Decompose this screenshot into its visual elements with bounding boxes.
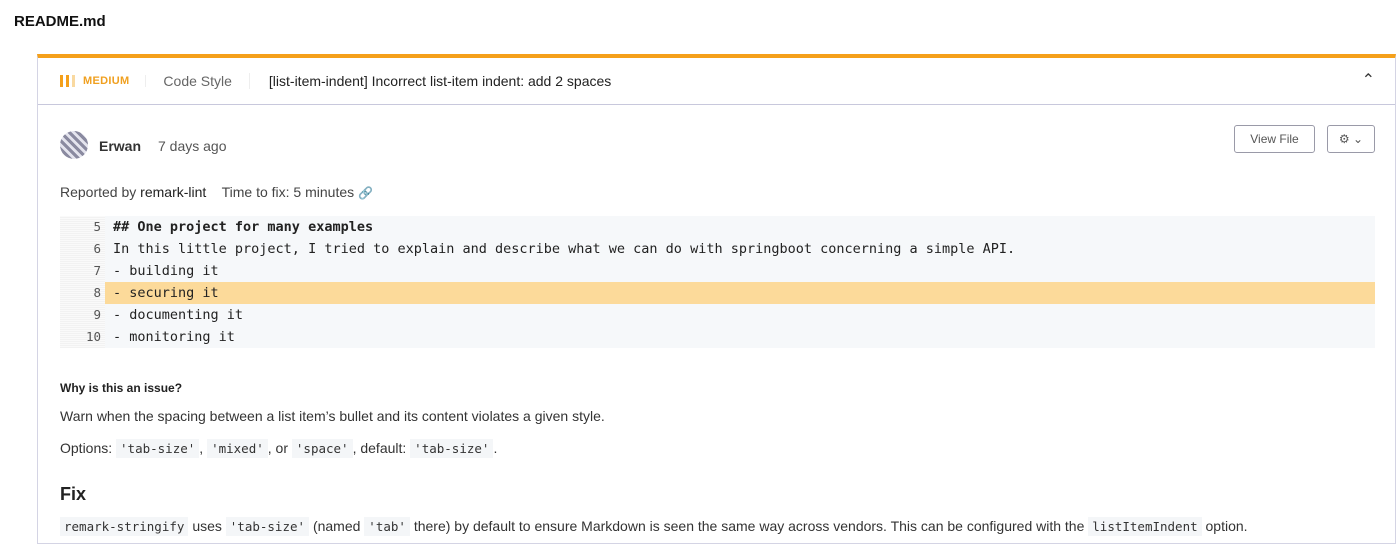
- avatar: [60, 131, 88, 159]
- fix-text-part: option.: [1205, 518, 1248, 534]
- line-number: 10: [60, 326, 105, 348]
- why-text: Warn when the spacing between a list ite…: [60, 408, 605, 424]
- separator: .: [493, 440, 498, 456]
- line-text: ## One project for many examples: [113, 219, 374, 235]
- code-line: 10 - monitoring it: [60, 326, 1375, 348]
- separator: , default:: [352, 440, 407, 456]
- timestamp: 7 days ago: [158, 138, 227, 154]
- inline-code: 'tab-size': [116, 439, 200, 458]
- fix-text: remark-stringify uses 'tab-size' (named …: [60, 517, 1248, 536]
- line-text: - monitoring it: [113, 329, 235, 345]
- fix-text-part: uses: [192, 518, 222, 534]
- fix-heading: Fix: [60, 484, 87, 504]
- inline-code: remark-stringify: [60, 517, 189, 536]
- line-text: - building it: [113, 263, 219, 279]
- fix-text-part: there) by default to ensure Markdown is …: [413, 518, 1085, 534]
- code-line: 6 In this little project, I tried to expl…: [60, 238, 1375, 260]
- line-number: 6: [60, 238, 105, 260]
- fix-text-part: (named: [312, 518, 361, 534]
- issue-category: Code Style: [146, 73, 250, 89]
- inline-code: 'tab-size': [225, 517, 310, 536]
- link-icon[interactable]: 🔗: [358, 186, 373, 200]
- inline-code: 'mixed': [207, 439, 268, 458]
- why-heading: Why is this an issue?: [60, 381, 183, 395]
- time-to-fix: Time to fix: 5 minutes: [221, 184, 355, 200]
- reported-prefix: Reported by: [60, 184, 137, 200]
- separator: ,: [199, 440, 204, 456]
- code-snippet: 5 ## One project for many examples 6 In th…: [60, 216, 1375, 348]
- inline-code: listItemIndent: [1088, 517, 1202, 536]
- code-line: 7 - building it: [60, 260, 1375, 282]
- gear-dropdown-button[interactable]: ⚙ ⌄: [1327, 125, 1375, 153]
- issue-title: [list-item-indent] Incorrect list-item i…: [268, 73, 612, 89]
- severity-label: MEDIUM: [83, 75, 147, 87]
- inline-code: 'space': [291, 439, 353, 458]
- code-line: 9 - documenting it: [60, 304, 1375, 326]
- code-line-highlighted: 8- securing it: [60, 282, 1375, 304]
- code-line: 5 ## One project for many examples: [60, 216, 1375, 238]
- inline-code: 'tab': [364, 517, 410, 536]
- inline-code: 'tab-size': [410, 439, 494, 458]
- separator: , or: [267, 440, 288, 456]
- issue-header[interactable]: MEDIUM Code Style [list-item-indent] Inc…: [38, 58, 1395, 105]
- line-number: 9: [60, 304, 105, 326]
- line-text: - documenting it: [113, 307, 244, 323]
- issue-card: MEDIUM Code Style [list-item-indent] Inc…: [37, 54, 1396, 544]
- options-text: Options: 'tab-size', 'mixed', or 'space'…: [60, 439, 498, 458]
- line-text: In this little project, I tried to expla…: [113, 241, 1016, 257]
- file-name: README.md: [14, 13, 106, 30]
- options-prefix: Options:: [60, 440, 113, 456]
- line-number: 5: [60, 216, 105, 238]
- view-file-button[interactable]: View File: [1234, 125, 1315, 153]
- reported-by: Reported by remark-lint Time to fix: 5 m…: [60, 184, 373, 200]
- line-number: 8: [60, 282, 105, 304]
- reporter-tool: remark-lint: [140, 184, 207, 200]
- author-name: Erwan: [99, 138, 142, 154]
- chevron-up-icon[interactable]: ⌃: [1362, 70, 1375, 90]
- line-number: 7: [60, 260, 105, 282]
- line-text: - securing it: [105, 282, 1375, 304]
- severity-icon: [60, 75, 75, 87]
